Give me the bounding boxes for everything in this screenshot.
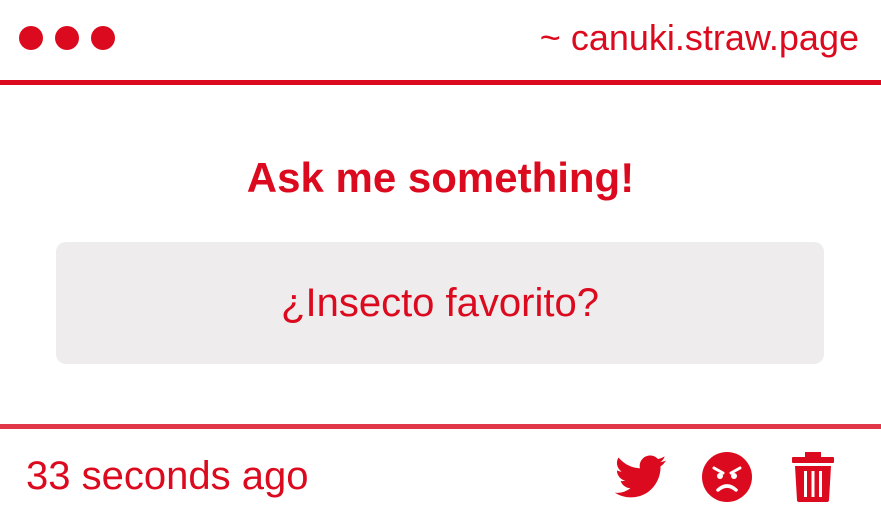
window-header: ~ canuki.straw.page	[0, 0, 881, 80]
header-divider	[0, 80, 881, 85]
twitter-bird-icon	[615, 455, 667, 498]
window-dot-icon	[55, 26, 79, 50]
prompt-heading: Ask me something!	[246, 154, 635, 201]
timestamp: 33 seconds ago	[26, 454, 309, 498]
angry-face-icon	[702, 452, 752, 502]
site-url-link[interactable]: ~ canuki.straw.page	[540, 16, 859, 60]
window-dots	[19, 26, 127, 50]
window-dot-icon	[91, 26, 115, 50]
question-box: ¿Insecto favorito?	[56, 242, 824, 364]
card-footer: 33 seconds ago	[0, 429, 881, 526]
twitter-share-button[interactable]	[613, 449, 669, 505]
question-card: ~ canuki.straw.page Ask me something! ¿I…	[0, 0, 881, 526]
report-button[interactable]	[699, 449, 755, 505]
delete-button[interactable]	[785, 449, 841, 505]
action-buttons	[613, 449, 841, 505]
question-text: ¿Insecto favorito?	[281, 281, 599, 325]
trash-icon	[792, 452, 834, 502]
window-dot-icon	[19, 26, 43, 50]
